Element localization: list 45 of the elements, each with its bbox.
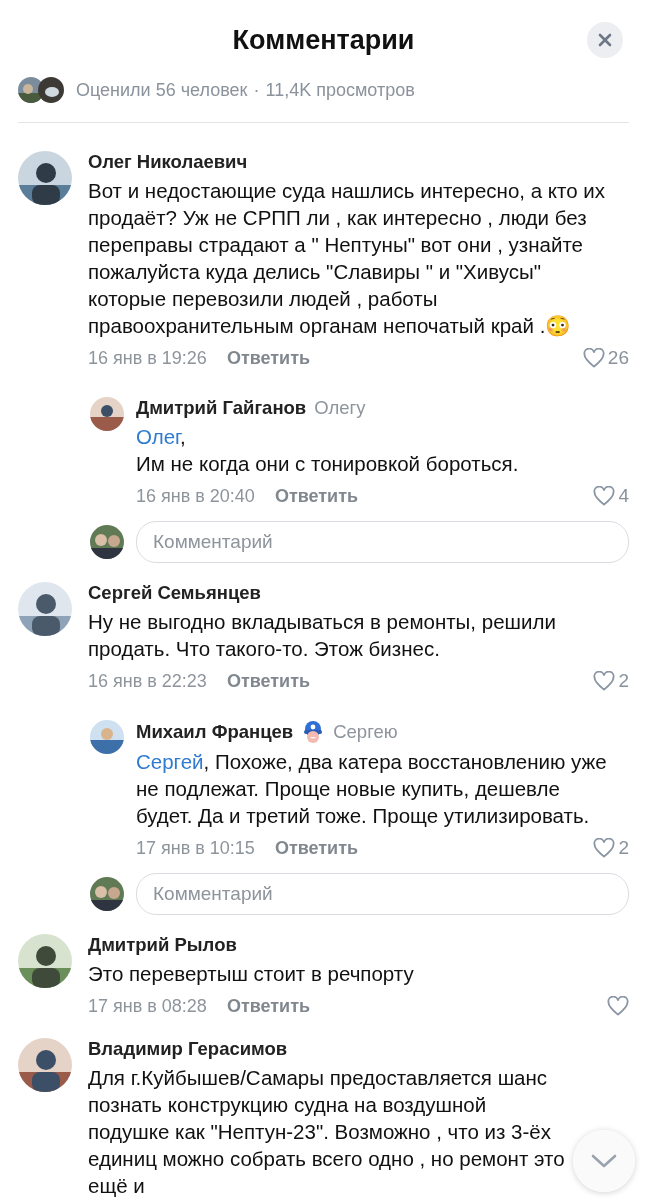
heart-icon[interactable] [607,996,629,1016]
like-count: 4 [618,485,629,507]
reply-link[interactable]: Ответить [226,995,311,1017]
comment-input[interactable]: Комментарий [136,873,629,915]
author-name[interactable]: Михаил Францев [136,721,294,743]
reply-to-label: Олегу [314,397,366,419]
heart-icon[interactable] [593,486,616,506]
author-name[interactable]: Владимир Герасимов [88,1038,629,1060]
reply-link[interactable]: Ответить [226,347,311,369]
like-count: 26 [607,347,629,369]
comment-text: Для г.Куйбышев/Самары предоставляется шанс познать конструкцию судна на воздушной подушке как "Нептун-23". Возможно , что из 3-ёх единиц можно собрать всего одно , но ремонт это ещё и [88,1065,566,1199]
comment-text: Это перевертыш стоит в речпорту [88,961,415,987]
comment-text: Сергей, Похоже, два катера восстановлению уже не подлежат. Проще новые купить, дешевле будет. Да и третий тоже. Проще утилизировать. [136,749,608,829]
timestamp: 17 янв в 08:28 [88,995,207,1017]
reply-link[interactable]: Ответить [226,670,311,692]
author-name[interactable]: Дмитрий Рылов [88,934,629,956]
comment-text: Вот и недостающие суда нашлись интересно, а кто их продаёт? Уж не СРПП ли , как интересно , люди без переправы страдают а " Нептуны" вот они , узнайте пожалуйста куда делись "Славиры " и "Хивусы" которые перевозили людей , работы правоохранительным органам непочатый край .😳 [88,178,606,339]
reply-link[interactable]: Ответить [274,485,359,507]
separator-dot: · [253,79,260,101]
timestamp: 16 янв в 20:40 [136,485,255,507]
like-count: 2 [618,837,629,859]
timestamp: 17 янв в 10:15 [136,837,255,859]
mention-link[interactable]: Сергей [136,750,204,773]
heart-icon[interactable] [593,838,616,858]
heart-icon[interactable] [593,671,616,691]
author-name[interactable]: Дмитрий Гайганов [136,397,307,419]
close-icon [598,33,612,47]
reply-link[interactable]: Ответить [274,837,359,859]
view-count: 11,4K просмотров [265,79,415,101]
mention-link[interactable]: Олег [136,425,181,448]
author-name[interactable]: Олег Николаевич [88,151,629,173]
comment-text: Ну не выгодно вкладываться в ремонты, решили продать. Что такого-то. Этож бизнес. [88,609,557,662]
rating-count: Оценили 56 человек [76,79,248,101]
close-button[interactable] [587,22,623,58]
scroll-down-button[interactable] [573,1130,635,1192]
timestamp: 16 янв в 19:26 [88,347,207,369]
sheet-title: Комментарии [232,24,415,56]
comment-text: Олег, Им не когда они с тонировкой бороться. [136,424,520,477]
heart-icon[interactable] [582,348,605,368]
comment-input[interactable]: Комментарий [136,521,629,563]
reply-to-label: Сергею [333,721,398,743]
chevron-down-icon [591,1153,617,1169]
like-count: 2 [618,670,629,692]
author-name[interactable]: Сергей Семьянцев [88,582,629,604]
timestamp: 16 янв в 22:23 [88,670,207,692]
